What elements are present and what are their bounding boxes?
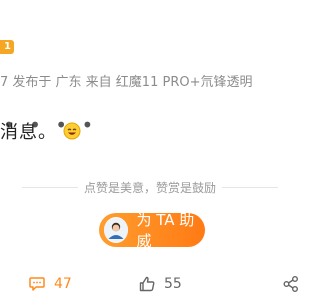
reward-tagline: 点赞是美意，赞赏是鼓励 bbox=[83, 180, 216, 195]
divider-line-left bbox=[21, 186, 78, 188]
tip-author-button[interactable]: 为 TA 助威 bbox=[99, 211, 205, 250]
share-icon bbox=[282, 275, 300, 293]
comment-action[interactable]: 47 bbox=[28, 271, 72, 297]
author-avatar bbox=[104, 217, 129, 243]
comment-count: 47 bbox=[54, 276, 72, 292]
comment-icon bbox=[28, 275, 46, 293]
like-action[interactable]: 55 bbox=[138, 271, 182, 297]
user-level-badge: 1 bbox=[0, 40, 14, 54]
reward-divider: 点赞是美意，赞赏是鼓励 bbox=[0, 179, 300, 195]
post-meta: 7 发布于 广东 来自 红魔11 PRO+氘锋透明 bbox=[0, 75, 253, 90]
divider-line-right bbox=[222, 186, 278, 188]
tip-button-label: 为 TA 助威 bbox=[136, 211, 195, 250]
thumbs-up-icon bbox=[138, 275, 156, 293]
grinning-emoji-icon bbox=[63, 122, 81, 140]
share-action[interactable] bbox=[282, 271, 300, 297]
like-count: 55 bbox=[164, 276, 182, 292]
post-action-bar: 47 55 bbox=[0, 271, 300, 297]
post-text: 消息。 bbox=[0, 122, 57, 143]
post-body: 消息。 bbox=[0, 118, 81, 144]
